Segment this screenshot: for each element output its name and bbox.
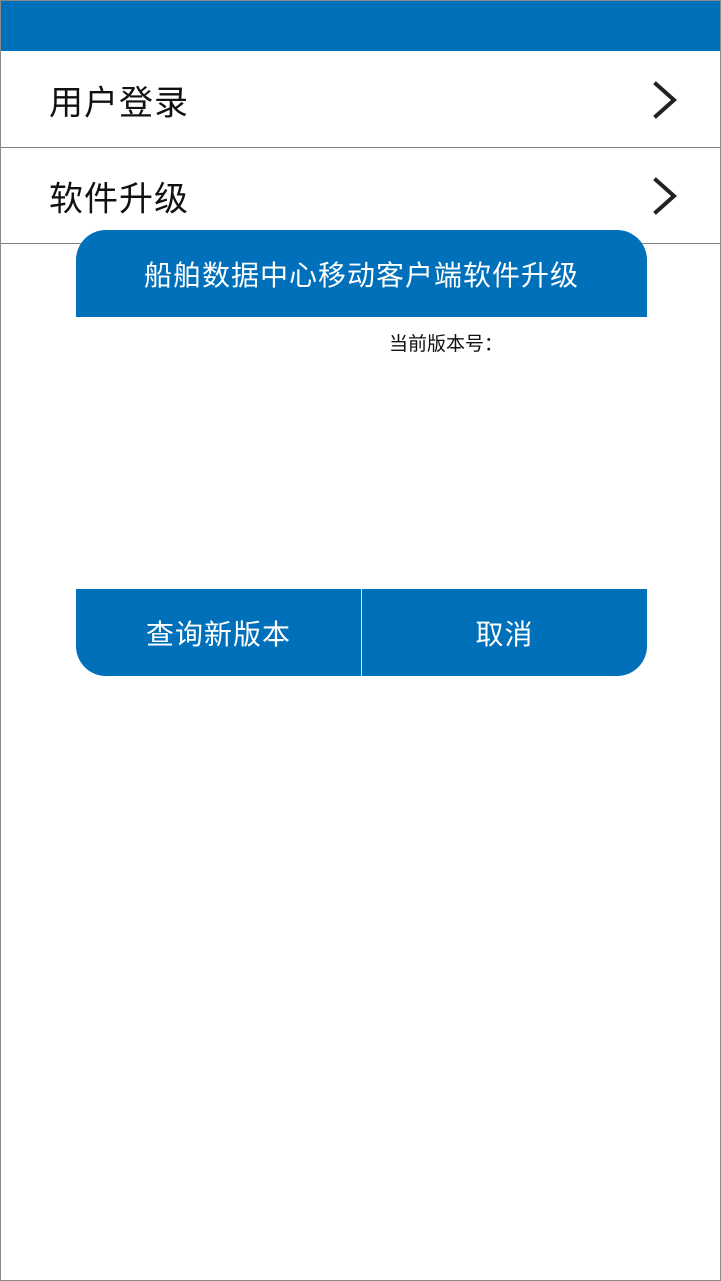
dialog-title: 船舶数据中心移动客户端软件升级 <box>143 258 579 292</box>
dialog-button-bar: 查询新版本 取消 <box>76 589 647 676</box>
app-screen: 用户登录 软件升级 船舶数据中心移动客户端软件升级 当前版本号： 查询新版本 取… <box>0 0 721 1281</box>
dialog-header: 船舶数据中心移动客户端软件升级 <box>76 230 647 317</box>
menu-item-label: 用户登录 <box>49 83 189 123</box>
top-bar <box>1 1 720 51</box>
chevron-right-icon <box>653 80 678 119</box>
menu-item-user-login[interactable]: 用户登录 <box>1 52 720 148</box>
menu-item-label: 软件升级 <box>49 179 189 219</box>
chevron-right-icon <box>653 176 678 215</box>
cancel-button[interactable]: 取消 <box>362 589 647 676</box>
check-new-version-button[interactable]: 查询新版本 <box>76 589 361 676</box>
current-version-label: 当前版本号： <box>389 333 504 355</box>
